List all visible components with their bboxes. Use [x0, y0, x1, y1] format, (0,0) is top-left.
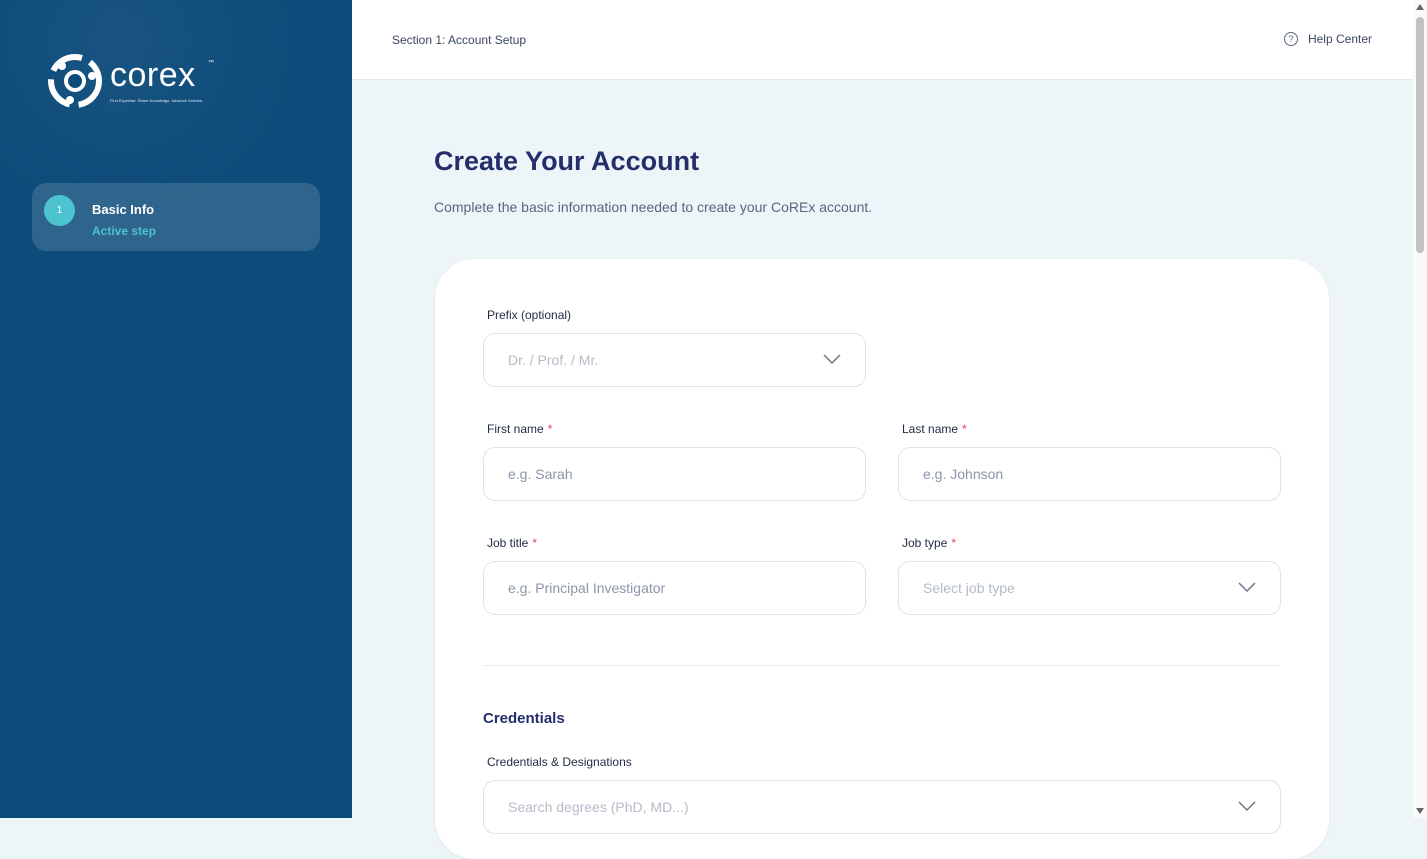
page-scrollbar[interactable] [1413, 0, 1427, 818]
top-bar: Section 1: Account Setup ? Help Center [352, 0, 1413, 80]
section-label: Section 1: Account Setup [392, 33, 527, 47]
credentials-section-title: Credentials [483, 710, 565, 727]
brand-name: corex [110, 56, 196, 94]
help-center-label: Help Center [1307, 32, 1372, 46]
first-name-input[interactable]: e.g. Sarah [483, 447, 866, 501]
sidebar: corex ™ Find Expertise. Share Knowledge.… [0, 0, 352, 818]
last-name-label-text: Last name [902, 422, 959, 436]
prefix-placeholder: Dr. / Prof. / Mr. [508, 352, 599, 368]
help-center-link[interactable]: ? Help Center [1283, 32, 1372, 46]
required-mark: * [951, 536, 957, 550]
first-name-label-text: First name [487, 422, 544, 436]
form-card: Prefix (optional) Dr. / Prof. / Mr. Firs… [435, 259, 1329, 859]
scrollbar-thumb[interactable] [1416, 17, 1424, 253]
job-title-input[interactable]: e.g. Principal Investigator [483, 561, 866, 615]
section-divider [483, 665, 1280, 666]
last-name-placeholder: e.g. Johnson [923, 466, 1004, 482]
corex-logo-icon [48, 54, 102, 108]
chevron-down-icon [823, 354, 841, 365]
credentials-placeholder: Search degrees (PhD, MD...) [508, 799, 689, 815]
step-basic-info[interactable]: 1 Basic Info Active step [32, 183, 320, 251]
job-type-placeholder: Select job type [923, 580, 1015, 596]
brand-trademark: ™ [208, 60, 214, 66]
job-title-label-text: Job title [487, 536, 529, 550]
job-type-label: Job type * [902, 536, 956, 550]
job-title-placeholder: e.g. Principal Investigator [508, 580, 666, 596]
chevron-down-icon [1238, 801, 1256, 812]
required-mark: * [547, 422, 553, 436]
credentials-label: Credentials & Designations [487, 755, 632, 769]
prefix-label: Prefix (optional) [487, 308, 571, 322]
brand-tagline: Find Expertise. Share Knowledge. Advance… [110, 98, 204, 103]
step-number-badge: 1 [44, 195, 75, 226]
first-name-placeholder: e.g. Sarah [508, 466, 573, 482]
last-name-label: Last name * [902, 422, 967, 436]
chevron-down-icon [1238, 582, 1256, 593]
page-title: Create Your Account [434, 146, 700, 176]
help-circle-icon: ? [1283, 32, 1298, 46]
job-type-select[interactable]: Select job type [898, 561, 1281, 615]
credentials-search-select[interactable]: Search degrees (PhD, MD...) [483, 780, 1281, 834]
logo-wordmark: corex ™ Find Expertise. Share Knowledge.… [110, 56, 214, 103]
required-mark: * [962, 422, 967, 436]
first-name-label: First name * [487, 422, 552, 436]
credentials-label-text: Credentials & Designations [487, 755, 632, 769]
last-name-input[interactable]: e.g. Johnson [898, 447, 1281, 501]
page-subtitle: Complete the basic information needed to… [434, 199, 873, 215]
prefix-label-text: Prefix (optional) [487, 308, 572, 322]
job-type-label-text: Job type [902, 536, 948, 550]
required-mark: * [532, 536, 538, 550]
step-title: Basic Info [92, 202, 155, 217]
step-status: Active step [92, 224, 157, 238]
scroll-down-arrow-icon[interactable] [1416, 808, 1424, 814]
prefix-select[interactable]: Dr. / Prof. / Mr. [483, 333, 866, 387]
corex-logo[interactable]: corex ™ Find Expertise. Share Knowledge.… [48, 54, 214, 108]
scroll-up-arrow-icon[interactable] [1416, 4, 1424, 10]
job-title-label: Job title * [487, 536, 537, 550]
